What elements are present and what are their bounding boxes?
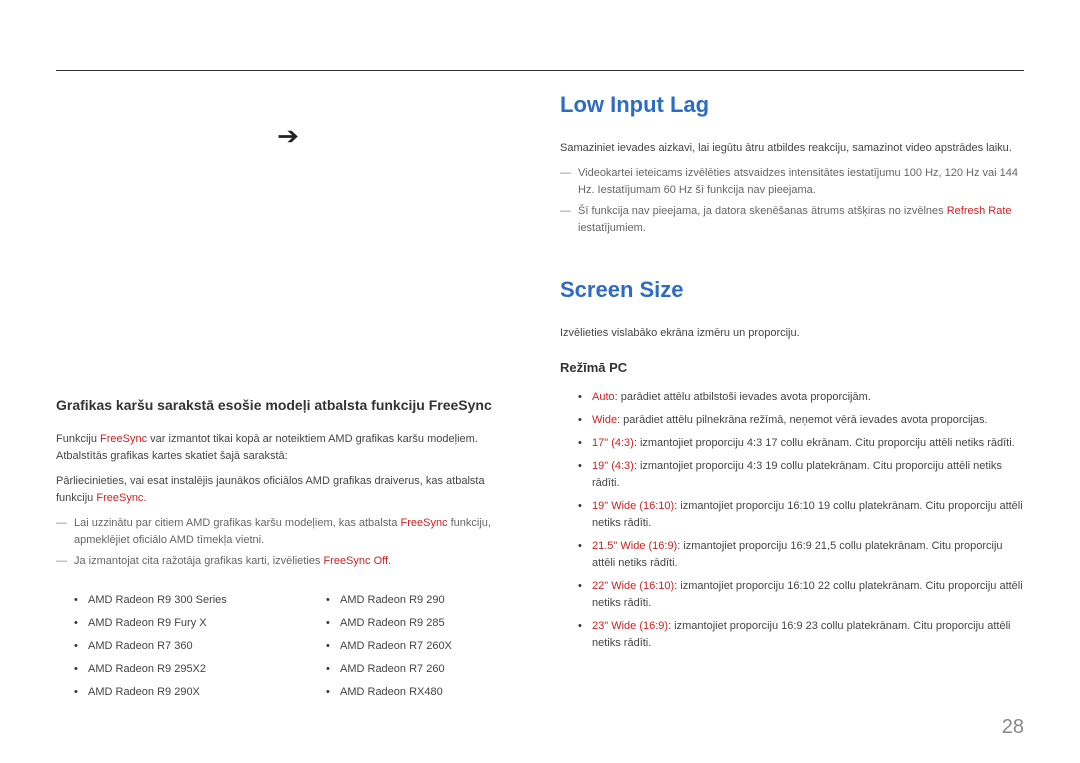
mode-label: 22" Wide (16:10) xyxy=(592,580,674,592)
screen-mode-list: Auto: parādiet attēlu atbilstoši ievades… xyxy=(560,389,1024,653)
list-item: 22" Wide (16:10): izmantojiet proporciju… xyxy=(578,578,1024,612)
mode-label: 17" (4:3) xyxy=(592,437,634,449)
list-item: Wide: parādiet attēlu pilnekrāna režīmā,… xyxy=(578,412,1024,429)
mode-label: 21.5" Wide (16:9) xyxy=(592,540,677,552)
text: Šī funkcija nav pieejama, ja datora sken… xyxy=(578,205,947,217)
left-column: ➔ Grafikas karšu sarakstā esošie modeļi … xyxy=(56,88,520,713)
list-item: AMD Radeon RX480 xyxy=(326,684,520,701)
list-item: AMD Radeon R9 300 Series xyxy=(74,592,268,609)
list-item: 17" (4:3): izmantojiet proporciju 4:3 17… xyxy=(578,435,1024,452)
two-column-layout: ➔ Grafikas karšu sarakstā esošie modeļi … xyxy=(56,88,1024,713)
mode-text: : izmantojiet proporciju 4:3 19 collu pl… xyxy=(592,460,1002,489)
freesync-off-term: FreeSync Off xyxy=(323,555,388,567)
arrow-row: ➔ xyxy=(56,118,520,155)
text: Lai uzzinātu par citiem AMD grafikas kar… xyxy=(74,517,400,529)
mode-text: : parādiet attēlu atbilstoši ievades avo… xyxy=(615,391,871,403)
low-input-note-1: Videokartei ieteicams izvēlēties atsvaid… xyxy=(560,165,1024,199)
gpu-list-heading: Grafikas karšu sarakstā esošie modeļi at… xyxy=(56,395,520,417)
right-column: Low Input Lag Samaziniet ievades aizkavi… xyxy=(560,88,1024,713)
text: iestatījumiem. xyxy=(578,222,646,234)
mode-label: 23" Wide (16:9) xyxy=(592,620,668,632)
mode-label: Auto xyxy=(592,391,615,403)
list-item: AMD Radeon R7 360 xyxy=(74,638,268,655)
list-item: 21.5" Wide (16:9): izmantojiet proporcij… xyxy=(578,538,1024,572)
low-input-desc: Samaziniet ievades aizkavi, lai iegūtu ā… xyxy=(560,140,1024,157)
note-amd-site: Lai uzzinātu par citiem AMD grafikas kar… xyxy=(56,515,520,549)
heading-low-input-lag: Low Input Lag xyxy=(560,88,1024,122)
freesync-term: FreeSync. xyxy=(96,492,146,504)
list-item: 19" Wide (16:10): izmantojiet proporciju… xyxy=(578,498,1024,532)
gpu-paragraph-1: Funkciju FreeSync var izmantot tikai kop… xyxy=(56,431,520,465)
gpu-card-lists: AMD Radeon R9 300 Series AMD Radeon R9 F… xyxy=(56,580,520,713)
arrow-icon: ➔ xyxy=(277,118,299,155)
heading-pc-mode: Režīmā PC xyxy=(560,358,1024,378)
list-item: Auto: parādiet attēlu atbilstoši ievades… xyxy=(578,389,1024,406)
gpu-list-right: AMD Radeon R9 290 AMD Radeon R9 285 AMD … xyxy=(308,586,520,707)
list-item: AMD Radeon R7 260X xyxy=(326,638,520,655)
freesync-term: FreeSync xyxy=(100,433,147,445)
note-other-vendor: Ja izmantojat cita ražotāja grafikas kar… xyxy=(56,553,520,570)
page-number: 28 xyxy=(1002,712,1024,743)
mode-label: Wide xyxy=(592,414,617,426)
text: Funkciju xyxy=(56,433,100,445)
list-item: AMD Radeon R9 295X2 xyxy=(74,661,268,678)
list-item: 23" Wide (16:9): izmantojiet proporciju … xyxy=(578,618,1024,652)
mode-label: 19" (4:3) xyxy=(592,460,634,472)
freesync-term: FreeSync xyxy=(400,517,447,529)
gpu-list-left: AMD Radeon R9 300 Series AMD Radeon R9 F… xyxy=(56,586,268,707)
top-rule xyxy=(56,70,1024,71)
list-item: AMD Radeon R7 260 xyxy=(326,661,520,678)
list-item: AMD Radeon R9 285 xyxy=(326,615,520,632)
text: . xyxy=(388,555,391,567)
list-item: AMD Radeon R9 290X xyxy=(74,684,268,701)
list-item: 19" (4:3): izmantojiet proporciju 4:3 19… xyxy=(578,458,1024,492)
list-item: AMD Radeon R9 Fury X xyxy=(74,615,268,632)
mode-label: 19" Wide (16:10) xyxy=(592,500,674,512)
mode-text: : parādiet attēlu pilnekrāna režīmā, neņ… xyxy=(617,414,988,426)
list-item: AMD Radeon R9 290 xyxy=(326,592,520,609)
mode-text: : izmantojiet proporciju 4:3 17 collu ek… xyxy=(634,437,1015,449)
text: Ja izmantojat cita ražotāja grafikas kar… xyxy=(74,555,323,567)
screen-size-desc: Izvēlieties vislabāko ekrāna izmēru un p… xyxy=(560,325,1024,342)
heading-screen-size: Screen Size xyxy=(560,273,1024,307)
low-input-note-2: Šī funkcija nav pieejama, ja datora sken… xyxy=(560,203,1024,237)
refresh-rate-term: Refresh Rate xyxy=(947,205,1012,217)
gpu-paragraph-2: Pārliecinieties, vai esat instalējis jau… xyxy=(56,473,520,507)
